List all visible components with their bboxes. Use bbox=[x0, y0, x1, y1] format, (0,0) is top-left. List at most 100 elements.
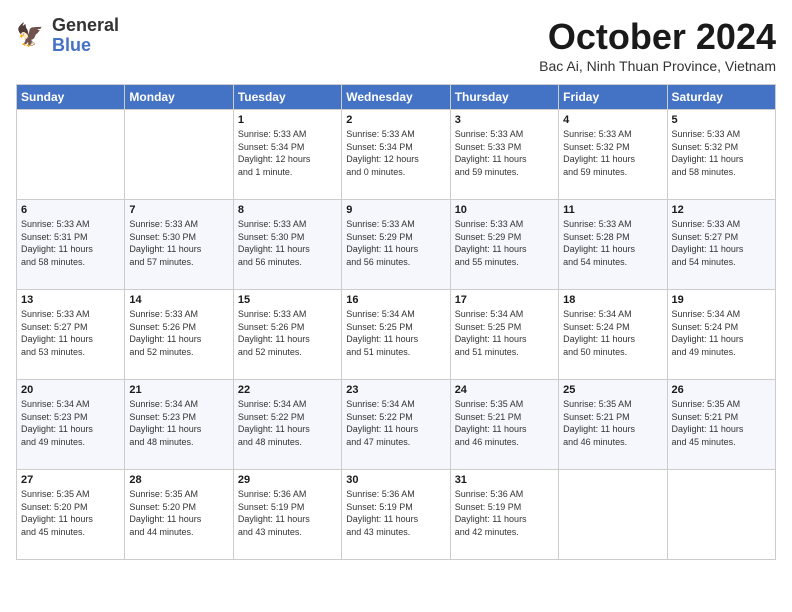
day-number: 25 bbox=[563, 384, 662, 396]
day-info: Sunrise: 5:33 AM Sunset: 5:27 PM Dayligh… bbox=[21, 308, 120, 358]
day-info: Sunrise: 5:34 AM Sunset: 5:23 PM Dayligh… bbox=[21, 398, 120, 448]
weekday-header: Thursday bbox=[450, 85, 558, 110]
day-number: 30 bbox=[346, 474, 445, 486]
day-number: 10 bbox=[455, 204, 554, 216]
day-info: Sunrise: 5:35 AM Sunset: 5:20 PM Dayligh… bbox=[129, 488, 228, 538]
day-info: Sunrise: 5:35 AM Sunset: 5:21 PM Dayligh… bbox=[563, 398, 662, 448]
calendar-cell: 20 Sunrise: 5:34 AM Sunset: 5:23 PM Dayli… bbox=[17, 380, 125, 470]
weekday-header-row: SundayMondayTuesdayWednesdayThursdayFrid… bbox=[17, 85, 776, 110]
day-info: Sunrise: 5:33 AM Sunset: 5:26 PM Dayligh… bbox=[238, 308, 337, 358]
day-number: 11 bbox=[563, 204, 662, 216]
day-info: Sunrise: 5:33 AM Sunset: 5:26 PM Dayligh… bbox=[129, 308, 228, 358]
calendar-cell: 17Sunrise: 5:34 AM Sunset: 5:25 PM Dayli… bbox=[450, 290, 558, 380]
day-info: Sunrise: 5:34 AM Sunset: 5:24 PM Dayligh… bbox=[563, 308, 662, 358]
weekday-header: Friday bbox=[559, 85, 667, 110]
calendar-table: SundayMondayTuesdayWednesdayThursdayFrid… bbox=[16, 84, 776, 560]
day-number: 13 bbox=[21, 294, 120, 306]
calendar-cell: 29Sunrise: 5:36 AM Sunset: 5:19 PM Dayli… bbox=[233, 470, 341, 560]
calendar-cell: 26 Sunrise: 5:35 AM Sunset: 5:21 PM Dayli… bbox=[667, 380, 775, 470]
calendar-cell: 3Sunrise: 5:33 AM Sunset: 5:33 PM Daylig… bbox=[450, 110, 558, 200]
day-info: Sunrise: 5:34 AM Sunset: 5:24 PM Dayligh… bbox=[672, 308, 771, 358]
day-number: 23 bbox=[346, 384, 445, 396]
day-number: 8 bbox=[238, 204, 337, 216]
day-number: 12 bbox=[672, 204, 771, 216]
day-info: Sunrise: 5:34 AM Sunset: 5:22 PM Dayligh… bbox=[346, 398, 445, 448]
calendar-cell: 21Sunrise: 5:34 AM Sunset: 5:23 PM Dayli… bbox=[125, 380, 233, 470]
calendar-cell: 6 Sunrise: 5:33 AM Sunset: 5:31 PM Daylig… bbox=[17, 200, 125, 290]
calendar-cell: 28 Sunrise: 5:35 AM Sunset: 5:20 PM Dayli… bbox=[125, 470, 233, 560]
month-title: October 2024 bbox=[539, 16, 776, 58]
day-number: 20 bbox=[21, 384, 120, 396]
calendar-cell: 10 Sunrise: 5:33 AM Sunset: 5:29 PM Dayli… bbox=[450, 200, 558, 290]
logo-line2: Blue bbox=[52, 36, 119, 56]
day-info: Sunrise: 5:35 AM Sunset: 5:21 PM Dayligh… bbox=[455, 398, 554, 448]
calendar-week-row: 20 Sunrise: 5:34 AM Sunset: 5:23 PM Dayli… bbox=[17, 380, 776, 470]
calendar-week-row: 6 Sunrise: 5:33 AM Sunset: 5:31 PM Daylig… bbox=[17, 200, 776, 290]
calendar-cell: 2Sunrise: 5:33 AM Sunset: 5:34 PM Daylig… bbox=[342, 110, 450, 200]
day-number: 1 bbox=[238, 114, 337, 126]
day-info: Sunrise: 5:33 AM Sunset: 5:30 PM Dayligh… bbox=[238, 218, 337, 268]
calendar-cell bbox=[559, 470, 667, 560]
subtitle: Bac Ai, Ninh Thuan Province, Vietnam bbox=[539, 58, 776, 74]
calendar-cell: 24 Sunrise: 5:35 AM Sunset: 5:21 PM Dayli… bbox=[450, 380, 558, 470]
day-info: Sunrise: 5:35 AM Sunset: 5:20 PM Dayligh… bbox=[21, 488, 120, 538]
day-number: 26 bbox=[672, 384, 771, 396]
calendar-week-row: 1 Sunrise: 5:33 AM Sunset: 5:34 PM Daylig… bbox=[17, 110, 776, 200]
day-number: 27 bbox=[21, 474, 120, 486]
day-number: 17 bbox=[455, 294, 554, 306]
day-number: 29 bbox=[238, 474, 337, 486]
weekday-header: Wednesday bbox=[342, 85, 450, 110]
calendar-cell: 23 Sunrise: 5:34 AM Sunset: 5:22 PM Dayli… bbox=[342, 380, 450, 470]
calendar-week-row: 13 Sunrise: 5:33 AM Sunset: 5:27 PM Dayli… bbox=[17, 290, 776, 380]
day-info: Sunrise: 5:34 AM Sunset: 5:25 PM Dayligh… bbox=[346, 308, 445, 358]
calendar-body: 1 Sunrise: 5:33 AM Sunset: 5:34 PM Daylig… bbox=[17, 110, 776, 560]
day-info: Sunrise: 5:33 AM Sunset: 5:32 PM Dayligh… bbox=[672, 128, 771, 178]
day-number: 4 bbox=[563, 114, 662, 126]
calendar-cell: 1 Sunrise: 5:33 AM Sunset: 5:34 PM Daylig… bbox=[233, 110, 341, 200]
day-number: 18 bbox=[563, 294, 662, 306]
calendar-cell: 22Sunrise: 5:34 AM Sunset: 5:22 PM Dayli… bbox=[233, 380, 341, 470]
calendar-cell: 13 Sunrise: 5:33 AM Sunset: 5:27 PM Dayli… bbox=[17, 290, 125, 380]
calendar-cell: 11Sunrise: 5:33 AM Sunset: 5:28 PM Dayli… bbox=[559, 200, 667, 290]
day-number: 9 bbox=[346, 204, 445, 216]
day-info: Sunrise: 5:33 AM Sunset: 5:32 PM Dayligh… bbox=[563, 128, 662, 178]
day-info: Sunrise: 5:33 AM Sunset: 5:29 PM Dayligh… bbox=[346, 218, 445, 268]
day-number: 3 bbox=[455, 114, 554, 126]
day-number: 19 bbox=[672, 294, 771, 306]
logo: 🦅 General Blue bbox=[16, 16, 119, 56]
calendar-cell: 25 Sunrise: 5:35 AM Sunset: 5:21 PM Dayli… bbox=[559, 380, 667, 470]
logo-line1: General bbox=[52, 16, 119, 36]
calendar-cell: 19 Sunrise: 5:34 AM Sunset: 5:24 PM Dayli… bbox=[667, 290, 775, 380]
weekday-header: Sunday bbox=[17, 85, 125, 110]
calendar-cell: 12 Sunrise: 5:33 AM Sunset: 5:27 PM Dayli… bbox=[667, 200, 775, 290]
day-info: Sunrise: 5:33 AM Sunset: 5:31 PM Dayligh… bbox=[21, 218, 120, 268]
logo-text: General Blue bbox=[52, 16, 119, 56]
calendar-cell: 15 Sunrise: 5:33 AM Sunset: 5:26 PM Dayli… bbox=[233, 290, 341, 380]
day-info: Sunrise: 5:36 AM Sunset: 5:19 PM Dayligh… bbox=[346, 488, 445, 538]
day-number: 28 bbox=[129, 474, 228, 486]
day-number: 14 bbox=[129, 294, 228, 306]
calendar-cell: 7Sunrise: 5:33 AM Sunset: 5:30 PM Daylig… bbox=[125, 200, 233, 290]
day-number: 16 bbox=[346, 294, 445, 306]
calendar-week-row: 27 Sunrise: 5:35 AM Sunset: 5:20 PM Dayli… bbox=[17, 470, 776, 560]
day-number: 21 bbox=[129, 384, 228, 396]
calendar-cell: 31Sunrise: 5:36 AM Sunset: 5:19 PM Dayli… bbox=[450, 470, 558, 560]
day-info: Sunrise: 5:33 AM Sunset: 5:27 PM Dayligh… bbox=[672, 218, 771, 268]
weekday-header: Monday bbox=[125, 85, 233, 110]
calendar-cell: 30 Sunrise: 5:36 AM Sunset: 5:19 PM Dayli… bbox=[342, 470, 450, 560]
calendar-cell: 27 Sunrise: 5:35 AM Sunset: 5:20 PM Dayli… bbox=[17, 470, 125, 560]
day-info: Sunrise: 5:33 AM Sunset: 5:30 PM Dayligh… bbox=[129, 218, 228, 268]
day-number: 24 bbox=[455, 384, 554, 396]
day-info: Sunrise: 5:34 AM Sunset: 5:22 PM Dayligh… bbox=[238, 398, 337, 448]
day-info: Sunrise: 5:33 AM Sunset: 5:34 PM Dayligh… bbox=[238, 128, 337, 178]
day-number: 2 bbox=[346, 114, 445, 126]
calendar-cell bbox=[17, 110, 125, 200]
day-number: 15 bbox=[238, 294, 337, 306]
day-number: 6 bbox=[21, 204, 120, 216]
calendar-cell bbox=[667, 470, 775, 560]
svg-text:🦅: 🦅 bbox=[16, 21, 44, 47]
calendar-cell: 9 Sunrise: 5:33 AM Sunset: 5:29 PM Daylig… bbox=[342, 200, 450, 290]
day-info: Sunrise: 5:33 AM Sunset: 5:29 PM Dayligh… bbox=[455, 218, 554, 268]
calendar-cell: 14 Sunrise: 5:33 AM Sunset: 5:26 PM Dayli… bbox=[125, 290, 233, 380]
day-info: Sunrise: 5:35 AM Sunset: 5:21 PM Dayligh… bbox=[672, 398, 771, 448]
